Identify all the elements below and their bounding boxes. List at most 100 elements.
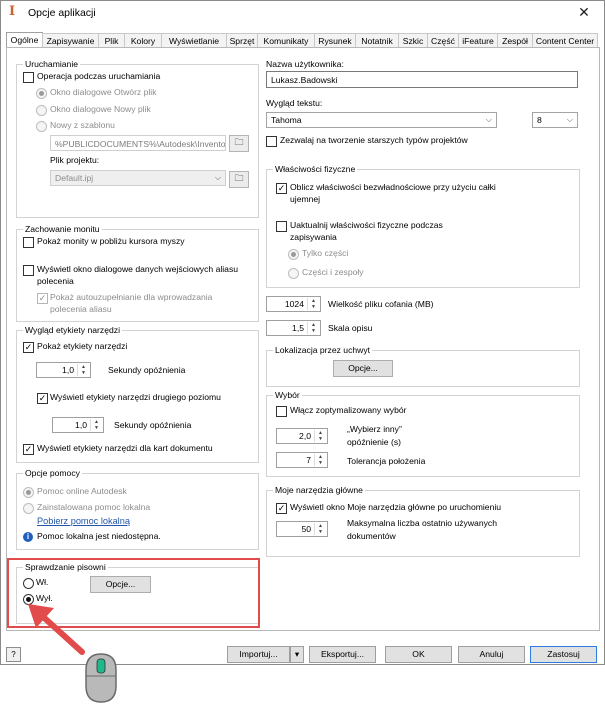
my-home-startup-checkbox[interactable]: ✓ (276, 503, 287, 514)
spinner-arrows-icon[interactable]: ▲ ▼ (90, 419, 102, 431)
parts-assemblies-radio[interactable] (288, 268, 299, 279)
spinner-arrows-icon[interactable]: ▲ ▼ (77, 364, 89, 376)
startup-operation-checkbox[interactable] (23, 72, 34, 83)
tab-part[interactable]: Część (427, 33, 459, 48)
autocomplete-label-2: polecenia aliasu (50, 304, 112, 314)
document-tab-tooltips-checkbox[interactable]: ✓ (23, 444, 34, 455)
from-template-radio[interactable] (36, 121, 47, 132)
tab-display[interactable]: Wyświetlanie (161, 33, 227, 48)
annotation-scale-label: Skala opisu (328, 323, 373, 333)
import-dropdown-button[interactable]: ▾ (290, 646, 304, 663)
position-tolerance-spinner[interactable]: 7 ▲ ▼ (276, 452, 328, 468)
spinner-arrows-icon[interactable]: ▲ ▼ (307, 298, 319, 310)
parts-only-radio[interactable] (288, 249, 299, 260)
second-tooltip-delay-spinner[interactable]: 1,0 ▲ ▼ (52, 417, 104, 433)
second-tooltip-delay-value: 1,0 (75, 420, 87, 430)
tab-drawing[interactable]: Rysunek (314, 33, 356, 48)
tab-notebook[interactable]: Notatnik (355, 33, 399, 48)
annotation-scale-spinner[interactable]: 1,5 ▲ ▼ (266, 320, 321, 336)
spinner-arrows-icon[interactable]: ▲ ▼ (314, 454, 326, 466)
tab-sketch[interactable]: Szkic (398, 33, 428, 48)
negative-integral-label-1: Oblicz właściwości bezwładnościowe przy … (290, 182, 496, 192)
online-help-radio[interactable] (23, 487, 34, 498)
project-file-label: Plik projektu: (50, 155, 100, 165)
font-select[interactable]: Tahoma ⌵ (266, 112, 497, 128)
tab-hardware[interactable]: Sprzęt (226, 33, 258, 48)
tab-content-center[interactable]: Content Center (532, 33, 598, 48)
show-tooltips-checkbox[interactable]: ✓ (23, 342, 34, 353)
shared-location-options-button[interactable]: Opcje... (333, 360, 393, 377)
update-on-save-label-1: Uaktualnij właściwości fizyczne podczas (290, 220, 443, 230)
font-size-value: 8 (537, 115, 542, 125)
template-path-field[interactable]: %PUBLICDOCUMENTS%\Autodesk\Inventor (50, 135, 226, 151)
title-bar: I Opcje aplikacji ✕ (1, 1, 602, 25)
startup-operation-label: Operacja podczas uruchamiania (37, 71, 161, 81)
mouse-icon (85, 653, 117, 703)
export-button[interactable]: Eksportuj... (309, 646, 376, 663)
select-other-delay-spinner[interactable]: 2,0 ▲ ▼ (276, 428, 328, 444)
tab-assembly[interactable]: Zespół (497, 33, 533, 48)
tab-colors[interactable]: Kolory (124, 33, 162, 48)
local-help-status: Pomoc lokalna jest niedostępna. (37, 531, 161, 541)
ok-button[interactable]: OK (385, 646, 452, 663)
show-prompts-near-cursor-checkbox[interactable] (23, 237, 34, 248)
select-other-delay-label-2: opóźnienie (s) (347, 437, 401, 447)
apply-button[interactable]: Zastosuj (530, 646, 597, 663)
cancel-button[interactable]: Anuluj (458, 646, 525, 663)
font-size-select[interactable]: 8 ⌵ (532, 112, 578, 128)
select-other-delay-label-1: „Wybierz inny” (347, 424, 402, 434)
browse-template-button[interactable]: 🗀 (229, 135, 249, 152)
undo-size-value: 1024 (284, 299, 304, 309)
tooltip-delay-spinner[interactable]: 1,0 ▲ ▼ (36, 362, 91, 378)
update-on-save-label-2: zapisywania (290, 232, 337, 242)
tab-save[interactable]: Zapisywanie (42, 33, 99, 48)
username-field[interactable]: Lukasz.Badowski (266, 71, 578, 88)
alias-dialog-label-2: polecenia (37, 276, 74, 286)
negative-integral-checkbox[interactable]: ✓ (276, 183, 287, 194)
info-icon: i (23, 532, 33, 542)
document-tab-tooltips-label: Wyświetl etykiety narzędzi dla kart doku… (37, 443, 213, 453)
tooltip-appearance-title: Wygląd etykiety narzędzi (23, 325, 122, 336)
open-dialog-label: Okno dialogowe Otwórz plik (50, 87, 157, 97)
show-prompts-near-cursor-label: Pokaż monity w pobliżu kursora myszy (37, 236, 185, 246)
new-dialog-radio[interactable] (36, 105, 47, 116)
tab-file[interactable]: Plik (98, 33, 125, 48)
new-dialog-label: Okno dialogowe Nowy plik (50, 104, 151, 114)
spinner-arrows-icon[interactable]: ▲ ▼ (314, 430, 326, 442)
local-help-label: Zainstalowana pomoc lokalna (37, 502, 151, 512)
shared-location-title: Lokalizacja przez uchwyt (273, 345, 373, 356)
recent-documents-label-1: Maksymalna liczba ostatnio używanych (347, 518, 497, 528)
recent-documents-label-2: dokumentów (347, 531, 396, 541)
update-on-save-checkbox[interactable] (276, 221, 287, 232)
optimized-selection-checkbox[interactable] (276, 406, 287, 417)
startup-group-title: Uruchamianie (23, 59, 81, 70)
help-icon[interactable]: ? (6, 647, 21, 662)
undo-size-spinner[interactable]: 1024 ▲ ▼ (266, 296, 321, 312)
open-dialog-radio[interactable] (36, 88, 47, 99)
autocomplete-checkbox[interactable]: ✓ (37, 293, 48, 304)
spinner-arrows-icon[interactable]: ▲ ▼ (307, 322, 319, 334)
recent-documents-spinner[interactable]: 50 ▲ ▼ (276, 521, 328, 537)
my-home-startup-label: Wyświetl okno Moje narzędzia główne po u… (290, 502, 502, 512)
alias-dialog-checkbox[interactable] (23, 265, 34, 276)
project-file-select[interactable]: Default.ipj ⌵ (50, 170, 226, 186)
second-level-tooltips-checkbox[interactable]: ✓ (37, 393, 48, 404)
spinner-arrows-icon[interactable]: ▲ ▼ (314, 523, 326, 535)
tab-ifeature[interactable]: iFeature (458, 33, 498, 48)
annotation-scale-value: 1,5 (292, 323, 304, 333)
select-other-delay-value: 2,0 (299, 431, 311, 441)
close-icon[interactable]: ✕ (574, 3, 594, 21)
optimized-selection-label: Włącz zoptymalizowany wybór (290, 405, 407, 415)
legacy-projects-checkbox[interactable] (266, 136, 277, 147)
tab-prompts[interactable]: Komunikaty (257, 33, 315, 48)
local-help-radio[interactable] (23, 503, 34, 514)
shared-location-group: Lokalizacja przez uchwyt (266, 345, 580, 387)
download-local-help-link[interactable]: Pobierz pomoc lokalną (37, 516, 130, 526)
import-button[interactable]: Importuj... (227, 646, 290, 663)
text-appearance-label: Wygląd tekstu: (266, 98, 323, 108)
tooltip-delay-value: 1,0 (62, 365, 74, 375)
online-help-label: Pomoc online Autodesk (37, 486, 127, 496)
chevron-down-icon: ⌵ (485, 115, 492, 124)
negative-integral-label-2: ujemnej (290, 194, 321, 204)
browse-project-button[interactable]: 🗀 (229, 171, 249, 188)
